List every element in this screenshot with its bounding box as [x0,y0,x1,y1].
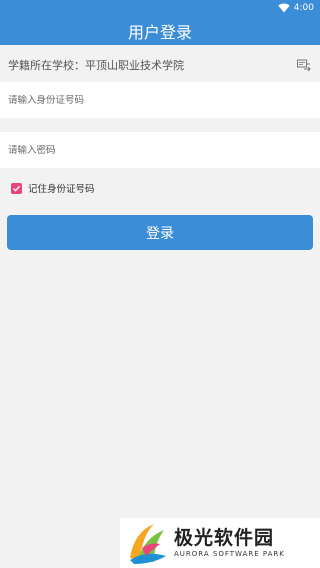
header: 用户登录 [0,16,320,45]
switch-school-icon[interactable] [296,58,312,72]
status-bar: 4:00 [0,0,320,16]
wifi-icon [278,3,290,13]
watermark-subtitle: AURORA SOFTWARE PARK [174,550,285,558]
id-number-field[interactable] [0,82,320,118]
remember-id-checkbox[interactable] [11,182,22,194]
app-root: 4:00 用户登录 学籍所在学校：平顶山职业技术学院 记住身份证号码 登录 [0,0,320,568]
school-label: 学籍所在学校：平顶山职业技术学院 [8,59,184,72]
status-time: 4:00 [293,3,314,13]
id-number-input[interactable] [8,94,312,106]
remember-id-label[interactable]: 记住身份证号码 [28,181,95,195]
password-field[interactable] [0,132,320,168]
watermark: 极光软件园 AURORA SOFTWARE PARK [120,518,320,568]
page-title: 用户登录 [127,22,192,42]
aurora-logo [130,524,166,564]
password-input[interactable] [8,144,312,156]
remember-id-row[interactable]: 记住身份证号码 [0,180,320,196]
checkbox-checked-icon [13,185,21,192]
login-button[interactable]: 登录 [7,215,313,250]
school-row: 学籍所在学校：平顶山职业技术学院 [0,48,320,82]
login-button-label: 登录 [146,225,174,242]
watermark-title: 极光软件园 [174,527,275,549]
